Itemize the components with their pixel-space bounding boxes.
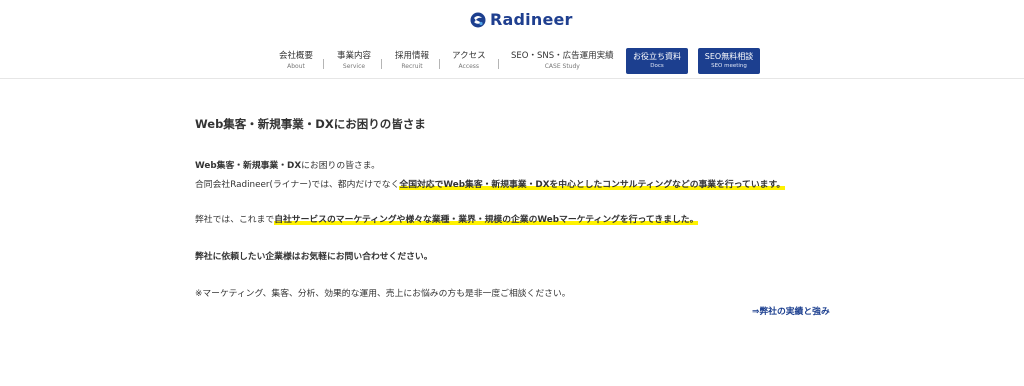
nav-label: 採用情報 [395, 51, 430, 61]
nav-item-about[interactable]: 会社概要 About [279, 52, 313, 70]
paragraph-note: ※マーケティング、集客、分析、効果的な運用、売上にお悩みの方も是非一度ご相談くだ… [195, 289, 571, 299]
experience-highlight-text: 自社サービスのマーケティングや様々な業種・業界・規模の企業のWebマーケティング… [274, 215, 699, 225]
nav-divider [439, 59, 440, 69]
logo[interactable]: Radineer [470, 10, 573, 29]
nav-label: 会社概要 [279, 51, 314, 61]
paragraph-intro: Web集客・新規事業・DXにお困りの皆さま。 [195, 158, 380, 171]
nav-label: SEO・SNS・広告運用実績 [511, 51, 614, 61]
intro-bold-text: Web集客・新規事業・DX [195, 161, 302, 171]
nav-sublabel: CASE Study [544, 62, 580, 70]
strengths-link[interactable]: ⇒弊社の実績と強み [752, 304, 830, 317]
logo-text: Radineer [490, 10, 573, 29]
nav-divider [323, 59, 324, 69]
nav-sublabel: Recruit [401, 62, 423, 70]
site-header: Radineer 会社概要 About 事業内容 Service 採用情報 Re… [0, 0, 1024, 79]
nav-label: アクセス [452, 51, 486, 61]
paragraph-company: 合同会社Radineer(ライナー)では、都内だけでなく全国対応でWeb集客・新… [195, 177, 786, 190]
experience-text: 弊社では、これまで [195, 215, 275, 225]
main-nav: 会社概要 About 事業内容 Service 採用情報 Recruit アクセ… [0, 52, 1024, 76]
seo-meeting-button-sublabel: SEO meeting [711, 62, 747, 69]
nav-item-recruit[interactable]: 採用情報 Recruit [395, 52, 429, 70]
company-text: 合同会社Radineer(ライナー)では、都内だけでなく [195, 180, 400, 190]
radineer-logo-icon [470, 12, 486, 27]
paragraph-experience: 弊社では、これまで自社サービスのマーケティングや様々な業種・業界・規模の企業のW… [195, 212, 699, 225]
nav-item-case-study[interactable]: SEO・SNS・広告運用実績 CASE Study [511, 52, 614, 70]
intro-text: にお困りの皆さま。 [301, 161, 380, 171]
nav-item-service[interactable]: 事業内容 Service [337, 52, 371, 70]
nav-item-access[interactable]: アクセス Access [452, 52, 486, 70]
paragraph-contact: 弊社に依頼したい企業様はお気軽にお問い合わせください。 [195, 252, 433, 262]
nav-sublabel: Service [342, 62, 366, 70]
docs-button-label: お役立ち資料 [633, 51, 681, 61]
nav-sublabel: Access [458, 62, 480, 70]
docs-button[interactable]: お役立ち資料 Docs [626, 48, 688, 74]
nav-divider [498, 59, 499, 69]
company-highlight-text: 全国対応でWeb集客・新規事業・DXを中心としたコンサルティングなどの事業を行っ… [399, 180, 786, 190]
nav-sublabel: About [287, 62, 305, 70]
docs-button-sublabel: Docs [650, 62, 664, 69]
seo-meeting-button[interactable]: SEO無料相談 SEO meeting [698, 48, 760, 74]
nav-label: 事業内容 [337, 51, 372, 61]
nav-divider [381, 59, 382, 69]
seo-meeting-button-label: SEO無料相談 [704, 51, 754, 61]
page-title: Web集客・新規事業・DXにお困りの皆さま [195, 117, 426, 131]
